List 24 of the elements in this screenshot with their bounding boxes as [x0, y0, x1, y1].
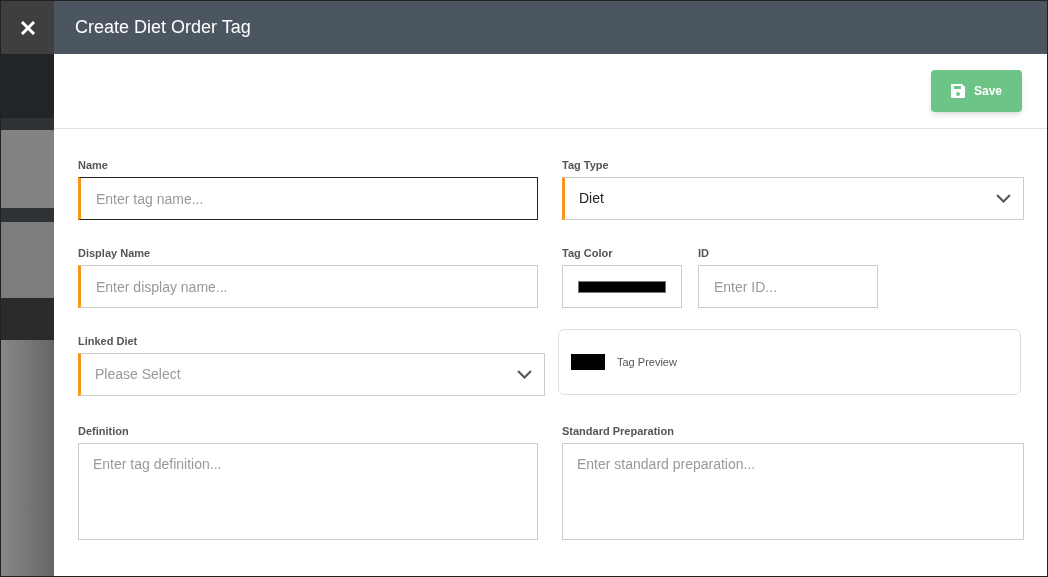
text-area[interactable]: Enter tag definition...: [78, 443, 538, 540]
field-label: Standard Preparation: [562, 424, 674, 439]
field-label: Tag Type: [562, 158, 609, 173]
display-name-field[interactable]: Enter display name...: [78, 265, 538, 308]
field-label: Tag Color: [562, 246, 613, 261]
close-icon: [19, 19, 36, 36]
close-button[interactable]: [1, 1, 54, 54]
id-field[interactable]: Enter ID...: [698, 265, 878, 308]
color-picker[interactable]: [562, 265, 682, 308]
text-area[interactable]: Enter standard preparation...: [562, 443, 1024, 540]
chevron-down-icon: [996, 194, 1011, 203]
field-label: Display Name: [78, 246, 151, 261]
panel-title: Create Diet Order Tag: [75, 16, 251, 39]
field-label: Name: [78, 158, 108, 173]
field-label: ID: [698, 246, 709, 261]
select-dropdown[interactable]: Diet: [562, 177, 1024, 220]
preview-label: Tag Preview: [617, 354, 677, 370]
save-button[interactable]: Save: [931, 70, 1022, 112]
chevron-down-icon: [517, 370, 532, 379]
field-label: Linked Diet: [78, 334, 138, 349]
save-icon: [951, 84, 965, 98]
field-label: Definition: [78, 424, 129, 439]
select-dropdown[interactable]: Please Select: [78, 353, 545, 396]
name-field[interactable]: Enter tag name...: [78, 177, 538, 220]
